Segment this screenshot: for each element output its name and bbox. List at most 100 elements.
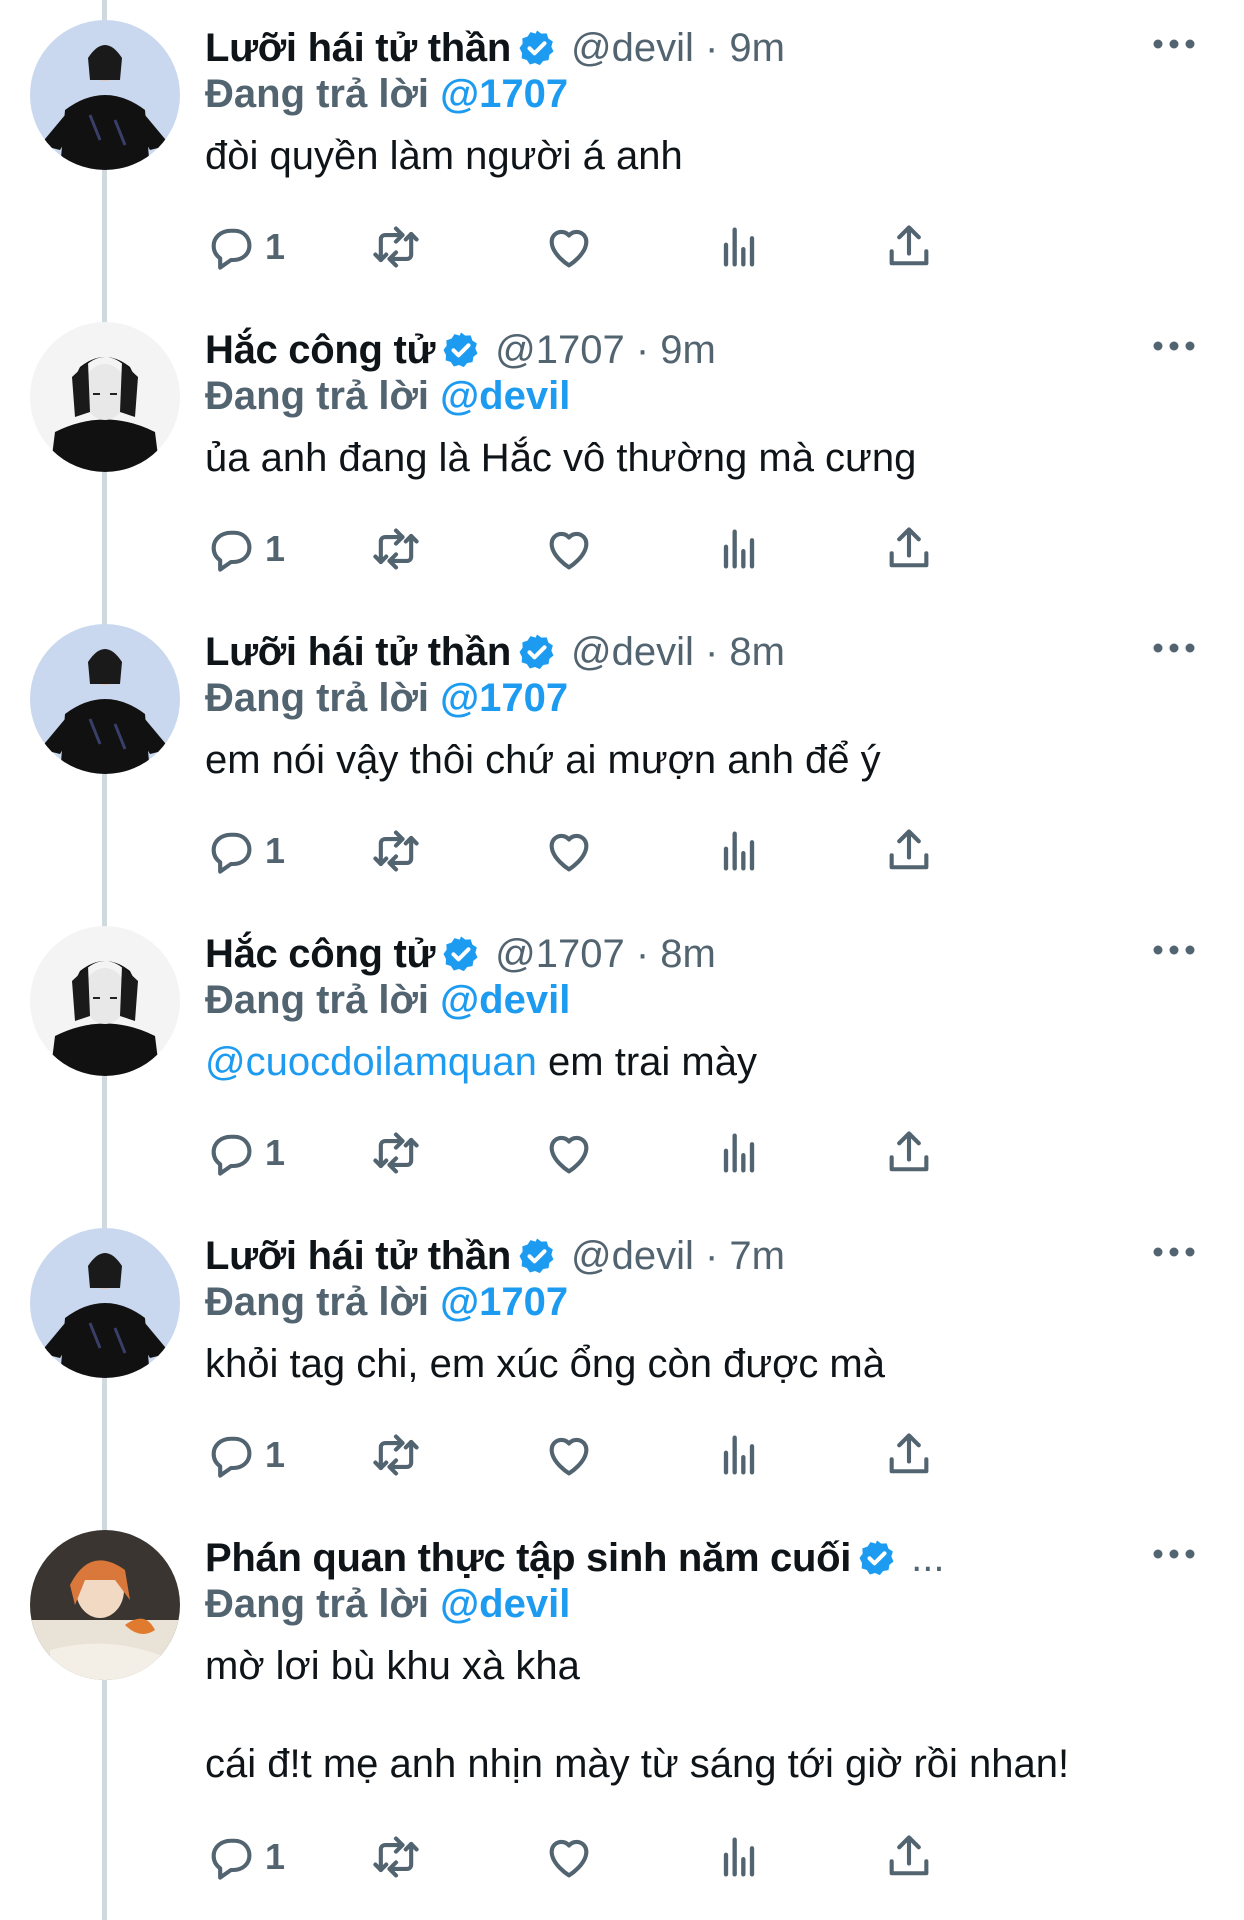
display-name[interactable]: Lưỡi hái tử thần [205, 1234, 511, 1279]
avatar-image [30, 1228, 180, 1378]
views-icon [723, 1837, 755, 1877]
avatar[interactable] [30, 20, 180, 170]
reply-button[interactable]: 1 [205, 522, 285, 576]
retweet-button[interactable] [370, 220, 422, 274]
reply-count: 1 [265, 226, 286, 267]
views-button[interactable] [713, 220, 765, 274]
more-icon[interactable] [1144, 326, 1204, 366]
views-button[interactable] [713, 522, 765, 576]
share-icon [889, 1131, 929, 1172]
replying-to-mention[interactable]: @devil [440, 374, 570, 418]
replying-to: Đang trả lời @1707 [205, 1280, 568, 1325]
tweet-header: Lưỡi hái tử thần @devil · 8m [205, 628, 1154, 676]
verified-badge-icon [859, 1540, 894, 1576]
tweet-header: Hắc công tử @1707 · 8m [205, 930, 1154, 978]
retweet-button[interactable] [370, 1428, 422, 1482]
verified-badge-icon [519, 634, 554, 670]
reply-button[interactable]: 1 [205, 824, 285, 878]
retweet-button[interactable] [370, 1126, 422, 1180]
retweet-button[interactable] [370, 1830, 422, 1884]
tweet[interactable]: Phán quan thực tập sinh năm cuối ... Đan… [0, 1510, 1244, 1920]
replying-to-mention[interactable]: @devil [440, 978, 570, 1022]
views-button[interactable] [713, 1428, 765, 1482]
display-name[interactable]: Hắc công tử [205, 328, 435, 373]
body-mention-link[interactable]: @cuocdoilamquan [205, 1040, 537, 1084]
views-button[interactable] [713, 824, 765, 878]
like-button[interactable] [543, 1830, 595, 1884]
replying-to-mention[interactable]: @1707 [440, 72, 568, 116]
replying-to-mention[interactable]: @1707 [440, 676, 568, 720]
share-button[interactable] [883, 1830, 935, 1884]
views-button[interactable] [713, 1126, 765, 1180]
tweet-text-line: đòi quyền làm người á anh [205, 134, 683, 178]
retweet-icon [373, 1434, 419, 1476]
more-icon[interactable] [1144, 24, 1204, 64]
retweet-button[interactable] [370, 824, 422, 878]
replying-to-label: Đang trả lời [205, 1280, 430, 1324]
avatar-image [30, 20, 180, 170]
reply-icon [211, 1436, 252, 1478]
share-button[interactable] [883, 1126, 935, 1180]
avatar[interactable] [30, 322, 180, 472]
tweet[interactable]: Lưỡi hái tử thần @devil · 9m Đang trả lờ… [0, 0, 1244, 302]
share-button[interactable] [883, 220, 935, 274]
avatar[interactable] [30, 926, 180, 1076]
heart-icon [549, 531, 589, 570]
tweet-text: mờ lơi bù khu xà kha cái đ!t mẹ anh nhịn… [205, 1642, 1184, 1788]
like-button[interactable] [543, 1428, 595, 1482]
views-button[interactable] [713, 1830, 765, 1884]
like-button[interactable] [543, 824, 595, 878]
reply-count: 1 [265, 1836, 286, 1877]
like-button[interactable] [543, 1126, 595, 1180]
tweet[interactable]: Lưỡi hái tử thần @devil · 7m Đang trả lờ… [0, 1208, 1244, 1510]
tweet-header: Phán quan thực tập sinh năm cuối ... [205, 1534, 1154, 1582]
avatar-image [30, 624, 180, 774]
avatar[interactable] [30, 1228, 180, 1378]
replying-to-label: Đang trả lời [205, 72, 430, 116]
heart-icon [549, 1437, 589, 1476]
display-name[interactable]: Lưỡi hái tử thần [205, 26, 511, 71]
more-icon[interactable] [1144, 1232, 1204, 1272]
more-icon[interactable] [1144, 1534, 1204, 1574]
body-text: em trai mày [536, 1040, 757, 1084]
like-button[interactable] [543, 522, 595, 576]
replying-to-mention[interactable]: @1707 [440, 1280, 568, 1324]
replying-to: Đang trả lời @1707 [205, 72, 568, 117]
reply-button[interactable]: 1 [205, 1830, 285, 1884]
tweet[interactable]: Hắc công tử @1707 · 9m Đang trả lời @dev… [0, 302, 1244, 604]
share-button[interactable] [883, 522, 935, 576]
replying-to-label: Đang trả lời [205, 374, 430, 418]
tweet-text-line: @cuocdoilamquan em trai mày [205, 1038, 1184, 1086]
tweet[interactable]: Hắc công tử @1707 · 8m Đang trả lời @dev… [0, 906, 1244, 1208]
display-name[interactable]: Lưỡi hái tử thần [205, 630, 511, 675]
replying-to-mention[interactable]: @devil [440, 1582, 570, 1626]
action-bar: 1 [205, 1126, 1105, 1180]
views-icon [723, 529, 755, 569]
views-icon [723, 831, 755, 871]
more-icon[interactable] [1144, 930, 1204, 970]
reply-button[interactable]: 1 [205, 220, 285, 274]
share-button[interactable] [883, 1428, 935, 1482]
share-button[interactable] [883, 824, 935, 878]
avatar[interactable] [30, 1530, 180, 1680]
action-bar: 1 [205, 522, 1105, 576]
more-icon[interactable] [1144, 628, 1204, 668]
display-name[interactable]: Hắc công tử [205, 932, 435, 977]
display-name[interactable]: Phán quan thực tập sinh năm cuối [205, 1536, 851, 1581]
heart-icon [549, 1135, 589, 1174]
like-button[interactable] [543, 220, 595, 274]
reply-button[interactable]: 1 [205, 1428, 285, 1482]
tweet[interactable]: Lưỡi hái tử thần @devil · 8m Đang trả lờ… [0, 604, 1244, 906]
handle-and-time: @devil · 8m [571, 629, 785, 674]
avatar[interactable] [30, 624, 180, 774]
tweet-header: Lưỡi hái tử thần @devil · 7m [205, 1232, 1154, 1280]
handle-and-time: @1707 · 8m [495, 931, 716, 976]
retweet-button[interactable] [370, 522, 422, 576]
reply-button[interactable]: 1 [205, 1126, 285, 1180]
verified-badge-icon [519, 30, 554, 66]
avatar-image [30, 1530, 180, 1680]
share-icon [889, 527, 929, 568]
retweet-icon [373, 226, 419, 268]
reply-count: 1 [265, 1434, 286, 1475]
